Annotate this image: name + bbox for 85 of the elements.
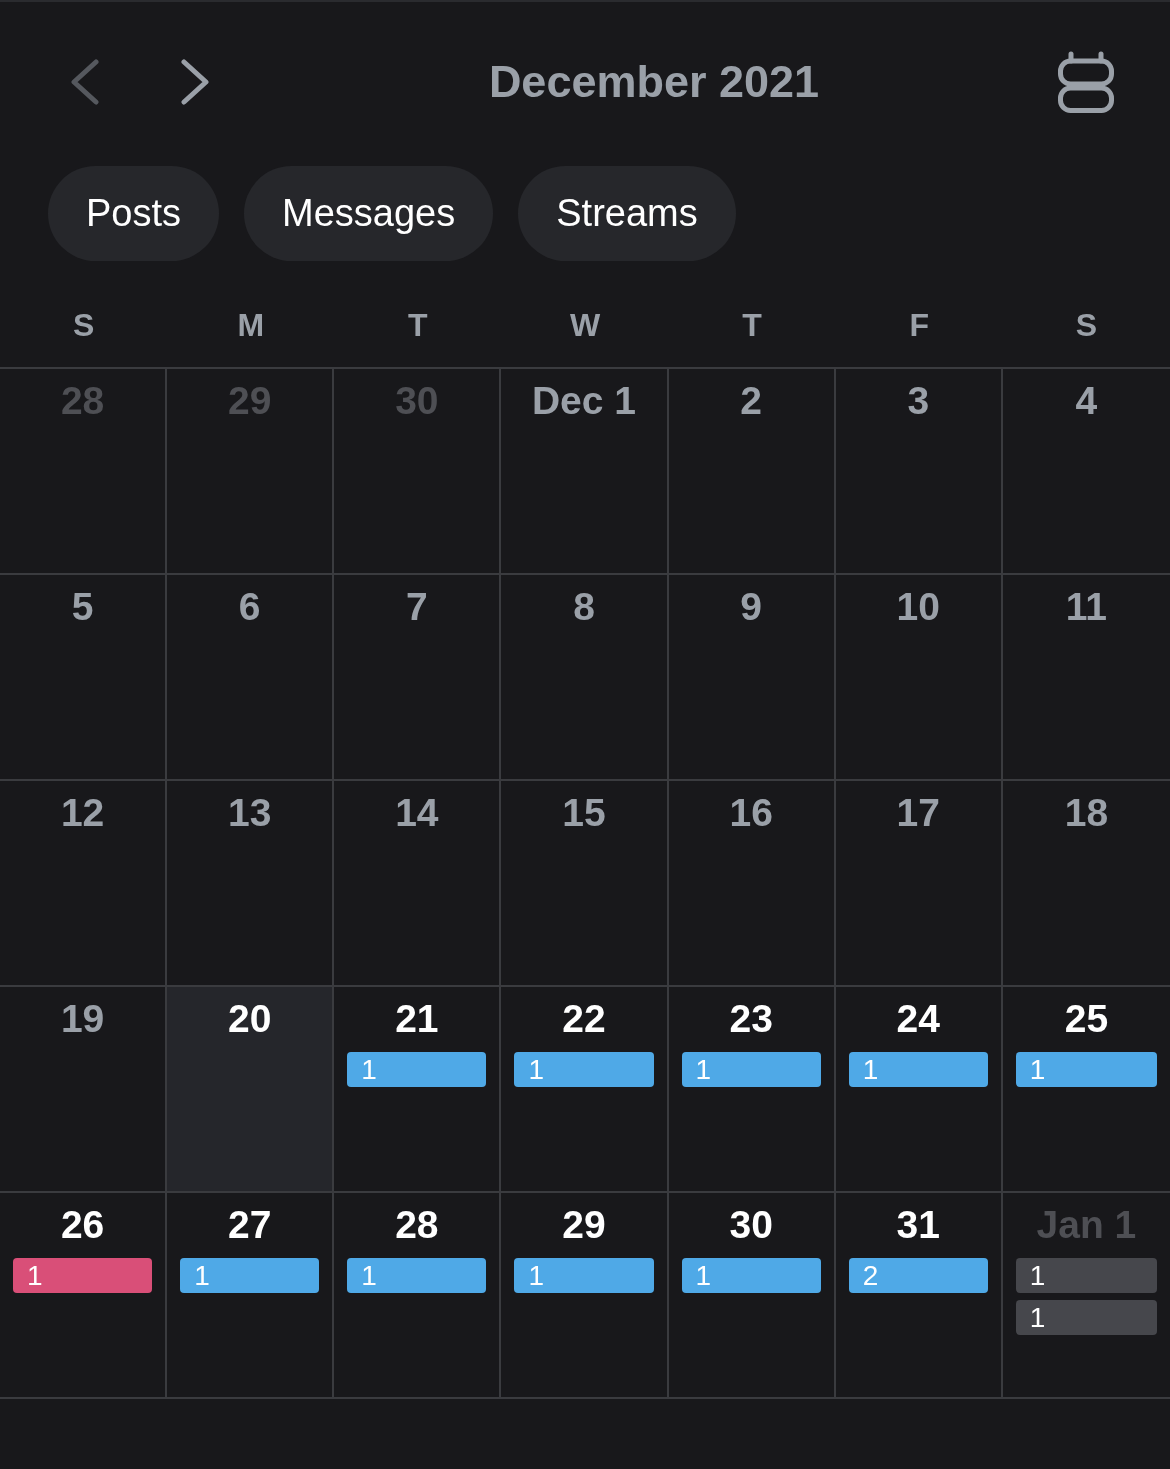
filter-chip[interactable]: Streams xyxy=(518,166,736,261)
day-number: 6 xyxy=(238,585,261,629)
day-cell[interactable]: 2 xyxy=(668,369,836,573)
day-number: Dec 1 xyxy=(531,379,637,423)
day-number: 11 xyxy=(1065,585,1108,629)
day-number: 27 xyxy=(228,1203,272,1247)
day-number: 3 xyxy=(907,379,930,423)
calendar-view-button[interactable] xyxy=(1058,51,1114,113)
weekday-label: T xyxy=(742,309,762,341)
chevron-left-icon xyxy=(70,59,100,105)
day-cell[interactable]: 5 xyxy=(0,575,168,779)
day-cell[interactable]: Dec 1 xyxy=(501,369,669,573)
event-count-bar[interactable]: 1 xyxy=(13,1258,153,1293)
day-number: 10 xyxy=(896,585,940,629)
day-number: 18 xyxy=(1064,791,1109,835)
day-number: 7 xyxy=(406,585,428,629)
day-number: 28 xyxy=(395,1203,439,1247)
day-number: 22 xyxy=(562,997,606,1041)
event-count-bar[interactable]: 1 xyxy=(1015,1300,1157,1335)
day-cell[interactable]: 15 xyxy=(501,781,669,985)
day-cell[interactable]: 24 1 xyxy=(835,987,1003,1191)
day-cell[interactable]: 28 1 xyxy=(334,1193,502,1397)
month-title: December 2021 xyxy=(488,56,820,108)
chevron-right-icon xyxy=(180,59,210,105)
day-cell[interactable]: 12 xyxy=(0,781,168,985)
day-cell[interactable]: 26 1 xyxy=(0,1193,168,1397)
day-number: Jan 1 xyxy=(1036,1203,1137,1247)
event-count-bar[interactable]: 1 xyxy=(1015,1258,1157,1293)
day-cell[interactable]: Jan 1 1 1 xyxy=(1002,1193,1170,1397)
day-number: 9 xyxy=(740,585,762,629)
day-number: 20 xyxy=(228,997,272,1041)
day-cell[interactable]: 20 xyxy=(167,987,335,1191)
day-cell[interactable]: 11 xyxy=(1002,575,1170,779)
day-number: 5 xyxy=(71,585,94,629)
day-cell[interactable]: 30 1 xyxy=(668,1193,836,1397)
day-cell[interactable]: 29 1 xyxy=(501,1193,669,1397)
day-number: 21 xyxy=(395,997,439,1041)
filter-chip[interactable]: Messages xyxy=(244,166,494,261)
day-cell[interactable]: 7 xyxy=(334,575,502,779)
day-number: 15 xyxy=(562,791,606,835)
day-number: 2 xyxy=(740,379,762,423)
day-cell[interactable]: 4 xyxy=(1002,369,1170,573)
calendar-icon xyxy=(1058,51,1114,113)
day-cell[interactable]: 13 xyxy=(167,781,335,985)
day-number: 13 xyxy=(228,791,272,835)
day-number: 31 xyxy=(896,1203,940,1247)
day-cell[interactable]: 10 xyxy=(835,575,1003,779)
day-number: 26 xyxy=(60,1203,105,1247)
day-number: 19 xyxy=(60,997,105,1041)
day-number: 29 xyxy=(228,379,272,423)
day-number: 8 xyxy=(573,585,595,629)
day-cell[interactable]: 9 xyxy=(668,575,836,779)
day-cell[interactable]: 3 xyxy=(835,369,1003,573)
filter-chip[interactable]: Posts xyxy=(48,166,220,261)
next-month-button[interactable] xyxy=(180,59,210,105)
weekday-label: M xyxy=(237,309,265,341)
day-cell[interactable]: 25 1 xyxy=(1002,987,1170,1191)
day-number: 30 xyxy=(395,379,439,423)
day-number: 17 xyxy=(896,791,940,835)
day-number: 23 xyxy=(729,997,773,1041)
day-number: 16 xyxy=(729,791,773,835)
day-cell[interactable]: 16 xyxy=(668,781,836,985)
day-number: 30 xyxy=(729,1203,773,1247)
day-cell[interactable]: 21 1 xyxy=(334,987,502,1191)
day-number: 24 xyxy=(896,997,940,1041)
day-number: 25 xyxy=(1064,997,1109,1041)
day-cell[interactable]: 31 2 xyxy=(835,1193,1003,1397)
day-cell[interactable]: 6 xyxy=(167,575,335,779)
day-cell[interactable]: 14 xyxy=(334,781,502,985)
weekday-label: S xyxy=(1075,309,1098,341)
day-cell[interactable]: 23 1 xyxy=(668,987,836,1191)
day-number: 28 xyxy=(60,379,105,423)
day-cell[interactable]: 18 xyxy=(1002,781,1170,985)
day-cell[interactable]: 8 xyxy=(501,575,669,779)
day-number: 29 xyxy=(562,1203,606,1247)
weekday-label: T xyxy=(408,309,428,341)
weekday-label: W xyxy=(569,309,601,341)
day-cell[interactable]: 27 1 xyxy=(167,1193,335,1397)
day-number: 4 xyxy=(1075,379,1098,423)
day-cell[interactable]: 22 1 xyxy=(501,987,669,1191)
day-number: 14 xyxy=(395,791,439,835)
weekday-label: F xyxy=(909,309,930,341)
day-number: 12 xyxy=(60,791,105,835)
day-cell[interactable]: 17 xyxy=(835,781,1003,985)
weekday-label: S xyxy=(72,309,95,341)
